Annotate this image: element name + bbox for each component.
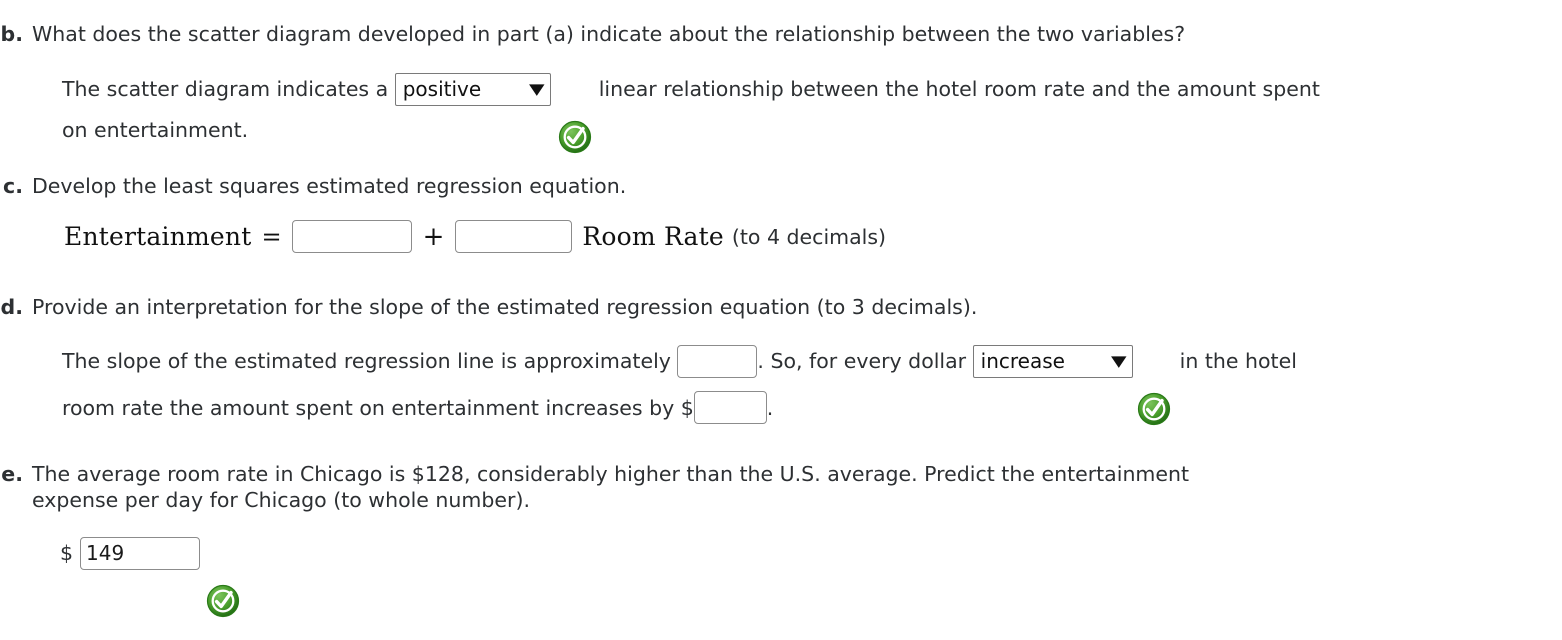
question-e-answer-row: $	[60, 535, 1562, 618]
chevron-down-icon: ▼	[1111, 351, 1127, 370]
question-d-text-line2-before: room rate the amount spent on entertainm…	[62, 395, 681, 420]
question-b-answer-line-2: on entertainment.	[62, 118, 1562, 142]
question-c-answer: Entertainment = + Room Rate (to 4 decima…	[64, 220, 1562, 253]
question-page: b. What does the scatter diagram develop…	[0, 0, 1562, 640]
question-b: b. What does the scatter diagram develop…	[0, 20, 1562, 154]
question-e: e. The average room rate in Chicago is $…	[0, 461, 1562, 618]
relationship-direction-value: positive	[402, 76, 482, 101]
question-b-label: b.	[0, 22, 23, 46]
dollar-change-direction-select[interactable]: increase ▼	[972, 344, 1133, 378]
regression-equation-row: Entertainment = + Room Rate (to 4 decima…	[64, 220, 1562, 253]
question-d-answer-line-1: The slope of the estimated regression li…	[62, 343, 1562, 426]
question-d-header: d. Provide an interpretation for the slo…	[0, 293, 1562, 321]
chevron-down-icon: ▼	[529, 79, 545, 98]
question-d-prompt: Provide an interpretation for the slope …	[32, 295, 978, 319]
check-circle-icon	[1136, 343, 1172, 426]
question-e-prompt: The average room rate in Chicago is $128…	[32, 461, 1189, 513]
question-b-prompt: What does the scatter diagram developed …	[32, 22, 1186, 46]
intercept-input[interactable]	[291, 220, 412, 253]
question-e-label: e.	[1, 462, 23, 486]
slope-approx-input[interactable]	[677, 344, 758, 378]
question-b-text-after: linear relationship between the hotel ro…	[598, 77, 1320, 101]
question-c: c. Develop the least squares estimated r…	[0, 172, 1562, 253]
slope-input[interactable]	[455, 220, 573, 253]
dollar-sign-label: $	[60, 541, 74, 565]
question-d-text-after: in the hotel	[1179, 349, 1297, 373]
question-d-label: d.	[0, 295, 23, 319]
dollar-change-direction-value: increase	[980, 348, 1065, 373]
question-e-answer: $	[60, 535, 1562, 618]
question-b-header: b. What does the scatter diagram develop…	[0, 20, 1562, 48]
question-b-answer: The scatter diagram indicates a positive…	[62, 71, 1562, 154]
check-circle-icon	[557, 71, 593, 154]
equation-precision-hint: (to 4 decimals)	[731, 224, 887, 249]
equation-rhs-label: Room Rate	[582, 222, 724, 251]
chicago-expense-input[interactable]	[80, 536, 201, 570]
question-b-answer-line-1: The scatter diagram indicates a positive…	[62, 71, 1562, 154]
check-circle-icon	[205, 535, 241, 618]
question-e-prompt-line-1: The average room rate in Chicago is $128…	[32, 462, 1190, 486]
equation-equals-sign: =	[261, 222, 282, 251]
question-e-header: e. The average room rate in Chicago is $…	[0, 461, 1562, 513]
question-b-text-line2: on entertainment.	[62, 118, 249, 142]
equation-lhs-label: Entertainment	[64, 222, 252, 251]
question-d-answer: The slope of the estimated regression li…	[62, 343, 1562, 426]
question-d: d. Provide an interpretation for the slo…	[0, 293, 1562, 426]
relationship-direction-select[interactable]: positive ▼	[394, 72, 551, 106]
question-b-text-before: The scatter diagram indicates a	[62, 77, 395, 101]
question-c-prompt: Develop the least squares estimated regr…	[32, 174, 627, 198]
question-d-text-before: The slope of the estimated regression li…	[62, 349, 678, 373]
question-c-label: c.	[3, 174, 23, 198]
equation-plus-sign: +	[422, 221, 445, 252]
question-e-prompt-line-2: expense per day for Chicago (to whole nu…	[32, 488, 530, 512]
question-d-text-line2-after: .	[766, 395, 774, 420]
dollar-sign-label: $	[680, 395, 694, 420]
entertainment-increase-input[interactable]	[693, 391, 767, 424]
question-c-header: c. Develop the least squares estimated r…	[0, 172, 1562, 200]
question-d-answer-line-2: room rate the amount spent on entertainm…	[62, 391, 1562, 424]
question-d-text-mid: . So, for every dollar	[757, 349, 973, 373]
